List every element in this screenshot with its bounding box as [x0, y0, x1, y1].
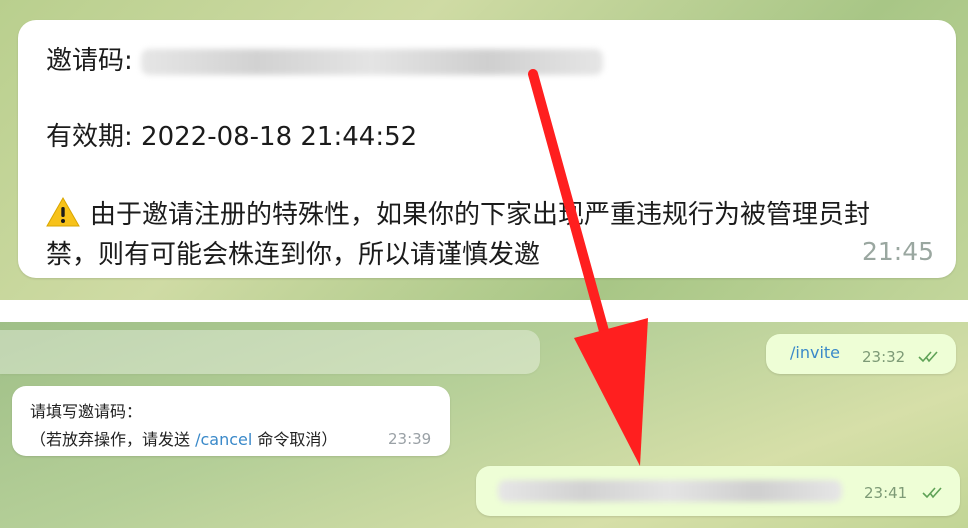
warning-text-1: 由于邀请注册的特殊性，如果你的下家出现严重违规行为被管理员封 [90, 200, 871, 230]
prompt-line-2: （若放弃操作，请发送 /cancel 命令取消） [30, 426, 337, 450]
invite-command-link[interactable]: /invite [790, 343, 840, 362]
prompt-line-1: 请填写邀请码： [30, 402, 143, 421]
outgoing-invite-message: /invite 23:32 [766, 334, 956, 374]
faded-message-bubble [0, 330, 540, 374]
submitted-code-redacted [498, 480, 842, 502]
expiry-line: 有效期: 2022-08-18 21:44:52 [46, 122, 418, 152]
outgoing-code-message: 23:41 [476, 466, 960, 516]
invite-code-label: 邀请码: [46, 46, 133, 76]
read-receipt-icon [918, 348, 942, 367]
invite-code-redacted [141, 48, 604, 75]
prompt-time: 23:39 [388, 430, 432, 448]
screenshot-divider [0, 300, 968, 322]
warning-line-2: 禁，则有可能会株连到你，所以请谨慎发邀 [46, 240, 541, 270]
message-time: 21:45 [861, 237, 934, 266]
invite-code-row: 邀请码: [46, 40, 604, 77]
invite-code-message: 邀请码: 有效期: 2022-08-18 21:44:52 由于邀请注册的特殊性… [18, 20, 956, 278]
warning-icon [46, 196, 80, 227]
code-time: 23:41 [864, 484, 908, 502]
invite-time: 23:32 [862, 348, 906, 366]
read-receipt-icon [922, 484, 946, 503]
bot-prompt-message: 请填写邀请码： （若放弃操作，请发送 /cancel 命令取消） 23:39 [12, 386, 450, 456]
prompt-line-2-suffix: 命令取消） [257, 430, 338, 449]
cancel-command-link[interactable]: /cancel [195, 430, 252, 449]
warning-line-1: 由于邀请注册的特殊性，如果你的下家出现严重违规行为被管理员封 [46, 194, 870, 231]
prompt-line-2-prefix: （若放弃操作，请发送 [30, 430, 191, 449]
